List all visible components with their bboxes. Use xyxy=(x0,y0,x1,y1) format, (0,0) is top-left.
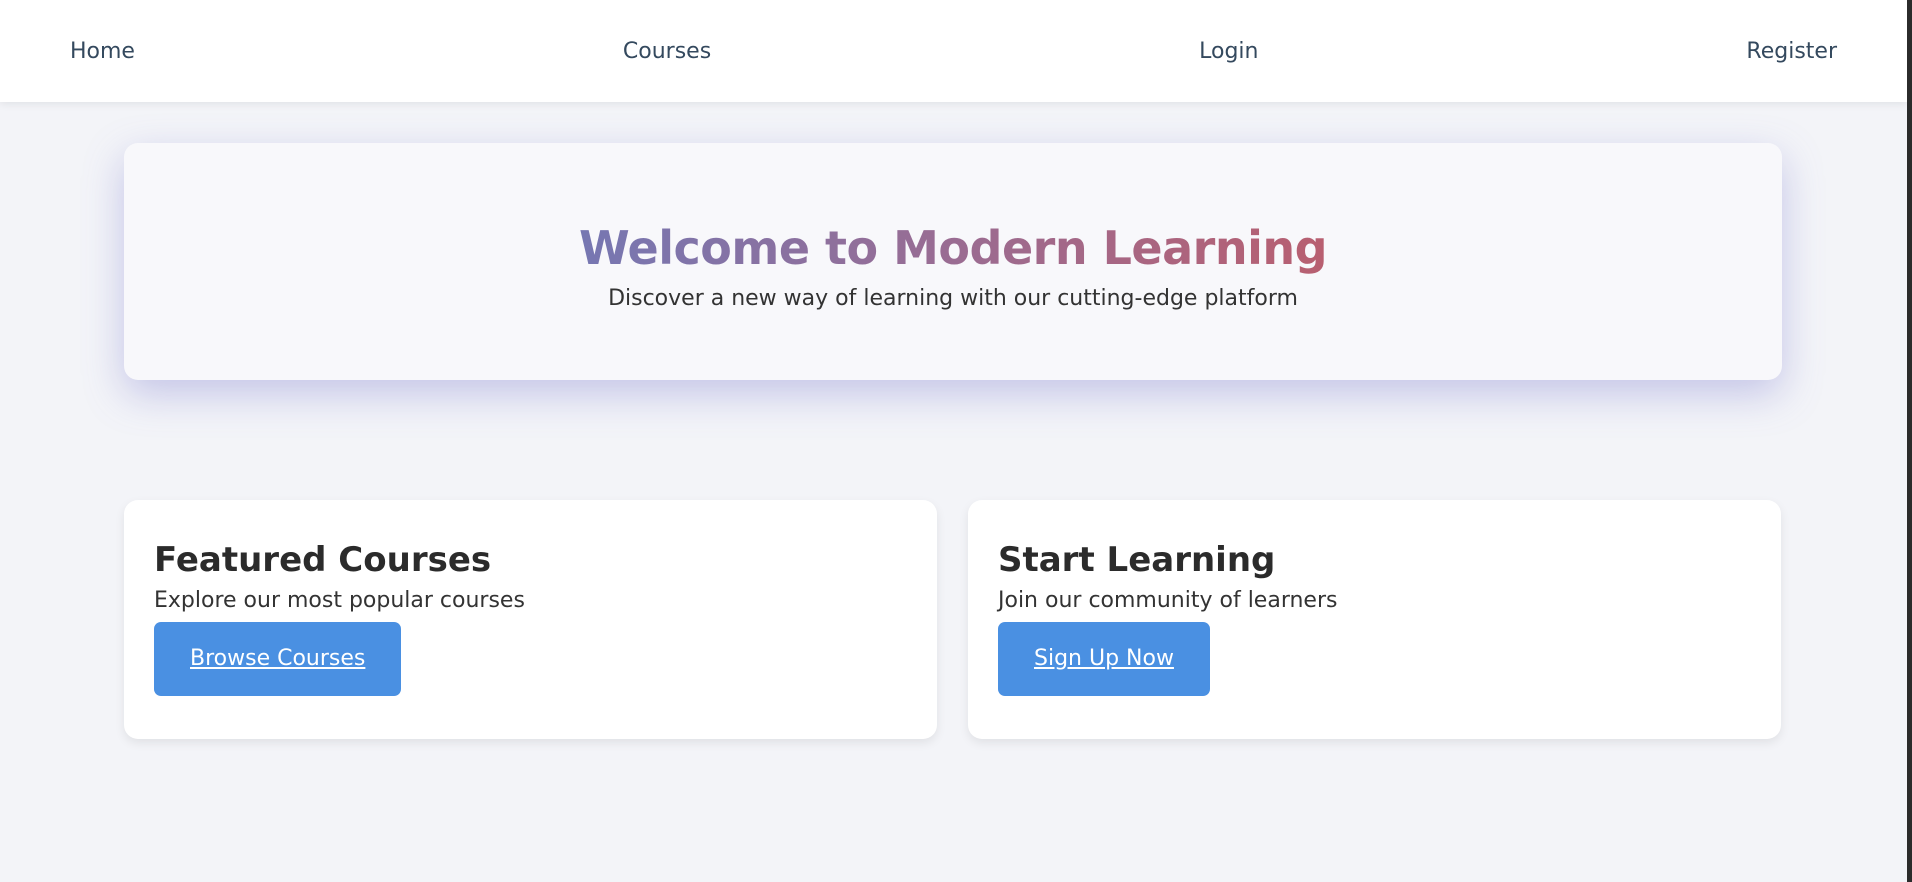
nav-link-register[interactable]: Register xyxy=(1746,39,1837,64)
card-description: Join our community of learners xyxy=(998,588,1338,613)
sign-up-now-button[interactable]: Sign Up Now xyxy=(998,622,1210,696)
hero-banner: Welcome to Modern Learning Discover a ne… xyxy=(124,143,1782,380)
browse-courses-button[interactable]: Browse Courses xyxy=(154,622,402,696)
card-title: Start Learning xyxy=(998,540,1276,580)
top-navigation: Home Courses Login Register xyxy=(0,0,1907,102)
window-edge xyxy=(1907,0,1912,882)
nav-link-login[interactable]: Login xyxy=(1199,39,1258,64)
nav-link-courses[interactable]: Courses xyxy=(623,39,711,64)
hero-subtitle: Discover a new way of learning with our … xyxy=(608,286,1298,311)
start-learning-card: Start Learning Join our community of lea… xyxy=(968,500,1781,739)
nav-link-home[interactable]: Home xyxy=(70,39,135,64)
card-title: Featured Courses xyxy=(154,540,492,580)
featured-courses-card: Featured Courses Explore our most popula… xyxy=(124,500,937,739)
hero-title: Welcome to Modern Learning xyxy=(579,218,1328,278)
card-description: Explore our most popular courses xyxy=(154,588,525,613)
